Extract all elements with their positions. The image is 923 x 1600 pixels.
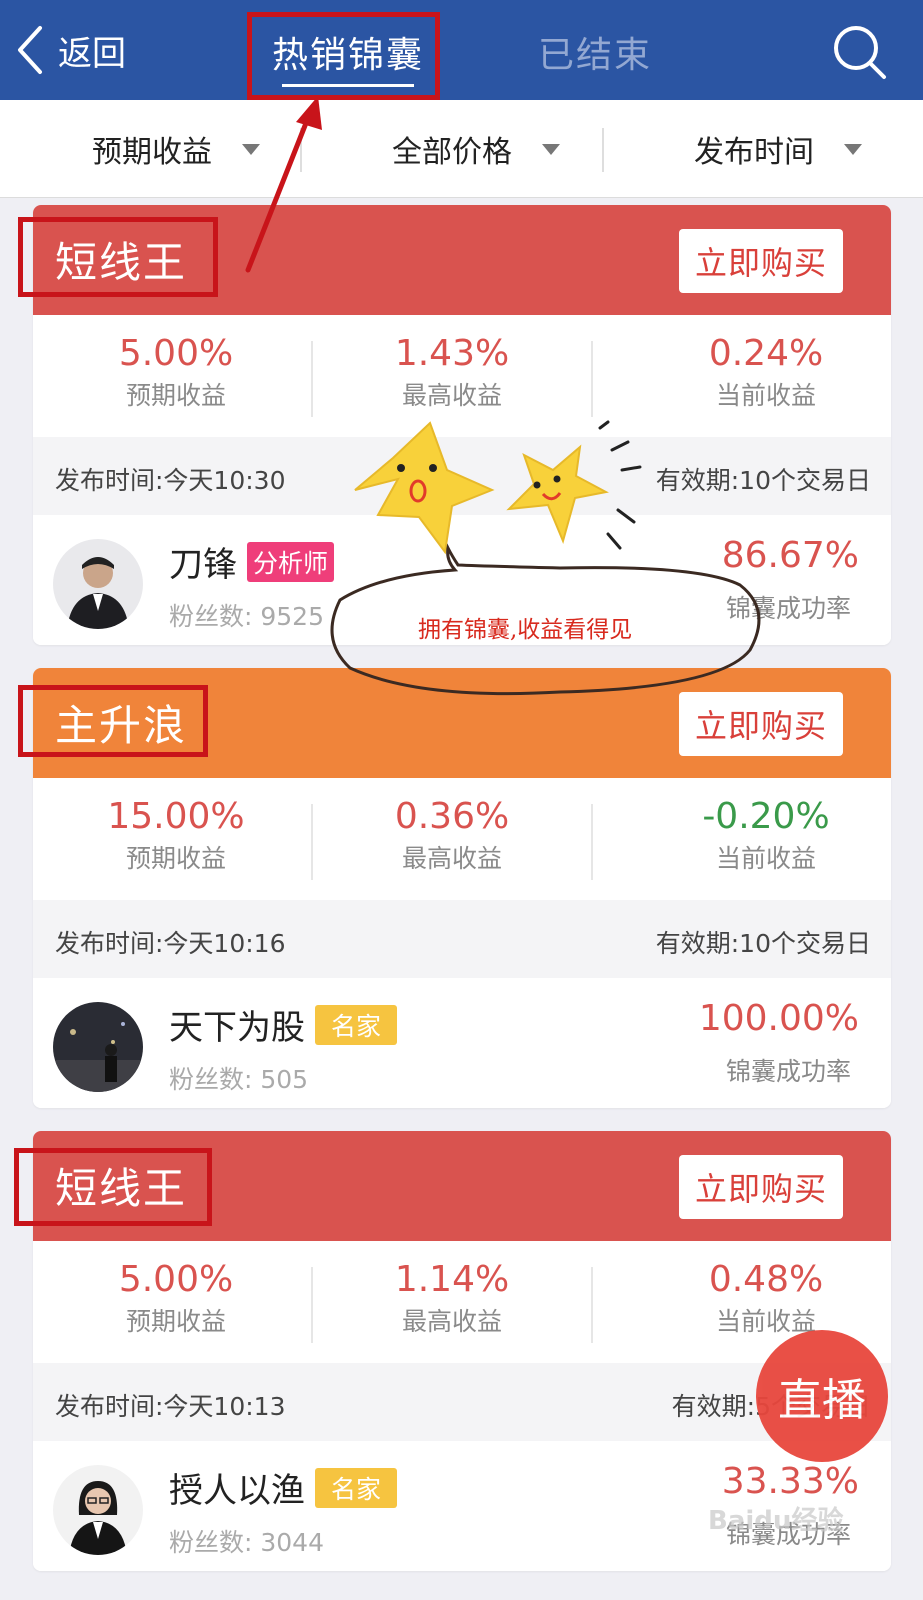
time-info-bar: 发布时间:今天10:30 有效期:10个交易日 bbox=[33, 437, 891, 515]
buy-now-button[interactable]: 立即购买 bbox=[679, 692, 843, 756]
divider bbox=[300, 128, 302, 172]
caret-down-icon bbox=[844, 143, 862, 155]
stat-label: 最高收益 bbox=[401, 1307, 502, 1336]
role-badge: 分析师 bbox=[247, 541, 335, 582]
scallop-edge bbox=[33, 1235, 891, 1247]
publish-time: 发布时间:今天10:13 bbox=[55, 1392, 286, 1421]
filter-expected-return[interactable]: 预期收益 bbox=[92, 100, 260, 198]
stat-label: 最高收益 bbox=[401, 844, 502, 873]
stat-label: 预期收益 bbox=[125, 1307, 226, 1336]
fans-count: 粉丝数: 3044 bbox=[169, 1528, 324, 1557]
divider bbox=[591, 341, 593, 417]
stat-value: 5.00% bbox=[118, 1259, 234, 1300]
stat-current: -0.20% 当前收益 bbox=[623, 784, 891, 900]
filter-bar: 预期收益 全部价格 发布时间 bbox=[0, 100, 923, 198]
avatar[interactable] bbox=[53, 539, 143, 629]
stat-value: 1.14% bbox=[394, 1259, 510, 1300]
success-rate: 33.33% bbox=[721, 1461, 859, 1502]
fans-count: 粉丝数: 505 bbox=[169, 1065, 309, 1094]
stat-label: 当前收益 bbox=[715, 844, 816, 873]
stat-label: 最高收益 bbox=[401, 381, 502, 410]
time-info-bar: 发布时间:今天10:16 有效期:10个交易日 bbox=[33, 900, 891, 978]
success-rate-label: 锦囊成功率 bbox=[725, 594, 851, 623]
success-rate: 100.00% bbox=[698, 998, 859, 1039]
annotation-highlight-box bbox=[247, 12, 440, 100]
caret-down-icon bbox=[242, 143, 260, 155]
buy-now-button[interactable]: 立即购买 bbox=[679, 1155, 843, 1219]
stat-highest: 1.14% 最高收益 bbox=[309, 1247, 595, 1363]
role-badge: 名家 bbox=[315, 1004, 398, 1045]
live-label: 直播 bbox=[778, 1375, 866, 1426]
divider bbox=[591, 804, 593, 880]
avatar[interactable] bbox=[53, 1002, 143, 1092]
filter-publish-time[interactable]: 发布时间 bbox=[694, 100, 862, 198]
author-row[interactable]: 天下为股 名家 粉丝数: 505 100.00% 锦囊成功率 bbox=[33, 978, 891, 1108]
back-label: 返回 bbox=[58, 33, 126, 74]
annotation-highlight-box bbox=[18, 685, 208, 757]
chevron-left-icon bbox=[18, 26, 42, 74]
stat-label: 当前收益 bbox=[715, 1307, 816, 1336]
filter-label: 预期收益 bbox=[92, 135, 212, 170]
filter-label: 发布时间 bbox=[694, 135, 814, 170]
divider bbox=[602, 128, 604, 172]
back-button[interactable]: 返回 bbox=[14, 24, 126, 76]
stat-highest: 1.43% 最高收益 bbox=[309, 321, 595, 437]
annotation-highlight-box bbox=[14, 1148, 212, 1226]
author-name-line: 授人以渔 名家 bbox=[169, 1463, 398, 1512]
filter-price[interactable]: 全部价格 bbox=[392, 100, 560, 198]
fans-count: 粉丝数: 9525 bbox=[169, 602, 324, 631]
tab-ended[interactable]: 已结束 bbox=[538, 26, 652, 78]
avatar[interactable] bbox=[53, 1465, 143, 1555]
stats-row: 15.00% 预期收益 0.36% 最高收益 -0.20% 当前收益 bbox=[33, 784, 891, 900]
filter-label: 全部价格 bbox=[392, 135, 512, 170]
success-rate: 86.67% bbox=[721, 535, 859, 576]
caret-down-icon bbox=[542, 143, 560, 155]
publish-time: 发布时间:今天10:16 bbox=[55, 929, 286, 958]
buy-now-button[interactable]: 立即购买 bbox=[679, 229, 843, 293]
watermark: Baidu经验 bbox=[708, 1506, 844, 1536]
validity-period: 有效期:10个交易日 bbox=[655, 929, 871, 958]
stat-highest: 0.36% 最高收益 bbox=[309, 784, 595, 900]
scallop-edge bbox=[33, 772, 891, 784]
author-name-line: 天下为股 名家 bbox=[169, 1000, 398, 1049]
stats-row: 5.00% 预期收益 1.14% 最高收益 0.48% 当前收益 bbox=[33, 1247, 891, 1363]
author-name-line: 刀锋 分析师 bbox=[169, 537, 335, 586]
validity-period: 有效期:10个交易日 bbox=[655, 466, 871, 495]
stat-value: 0.48% bbox=[708, 1259, 824, 1300]
stat-value: 1.43% bbox=[394, 333, 510, 374]
author-name: 授人以渔 bbox=[169, 1471, 305, 1511]
annotation-text: 拥有锦囊,收益看得见 bbox=[418, 617, 633, 643]
stat-expected: 5.00% 预期收益 bbox=[33, 1247, 319, 1363]
live-stream-button[interactable]: 直播 bbox=[756, 1330, 888, 1462]
stat-label: 预期收益 bbox=[125, 381, 226, 410]
stats-row: 5.00% 预期收益 1.43% 最高收益 0.24% 当前收益 bbox=[33, 321, 891, 437]
scallop-edge bbox=[33, 309, 891, 321]
author-name: 天下为股 bbox=[169, 1008, 305, 1048]
publish-time: 发布时间:今天10:30 bbox=[55, 466, 286, 495]
author-name: 刀锋 bbox=[169, 545, 237, 585]
divider bbox=[591, 1267, 593, 1343]
stat-value: 15.00% bbox=[107, 796, 245, 837]
search-icon[interactable] bbox=[830, 22, 890, 82]
stat-value: 0.24% bbox=[708, 333, 824, 374]
annotation-highlight-box bbox=[18, 217, 218, 297]
stat-value: 5.00% bbox=[118, 333, 234, 374]
stat-expected: 5.00% 预期收益 bbox=[33, 321, 319, 437]
stat-value: 0.36% bbox=[394, 796, 510, 837]
success-rate-label: 锦囊成功率 bbox=[725, 1057, 851, 1086]
top-navigation-bar: 返回 热销锦囊 已结束 bbox=[0, 0, 923, 100]
stat-label: 当前收益 bbox=[715, 381, 816, 410]
stat-value: -0.20% bbox=[702, 796, 830, 837]
stat-current: 0.24% 当前收益 bbox=[623, 321, 891, 437]
stat-label: 预期收益 bbox=[125, 844, 226, 873]
stat-expected: 15.00% 预期收益 bbox=[33, 784, 319, 900]
role-badge: 名家 bbox=[315, 1467, 398, 1508]
